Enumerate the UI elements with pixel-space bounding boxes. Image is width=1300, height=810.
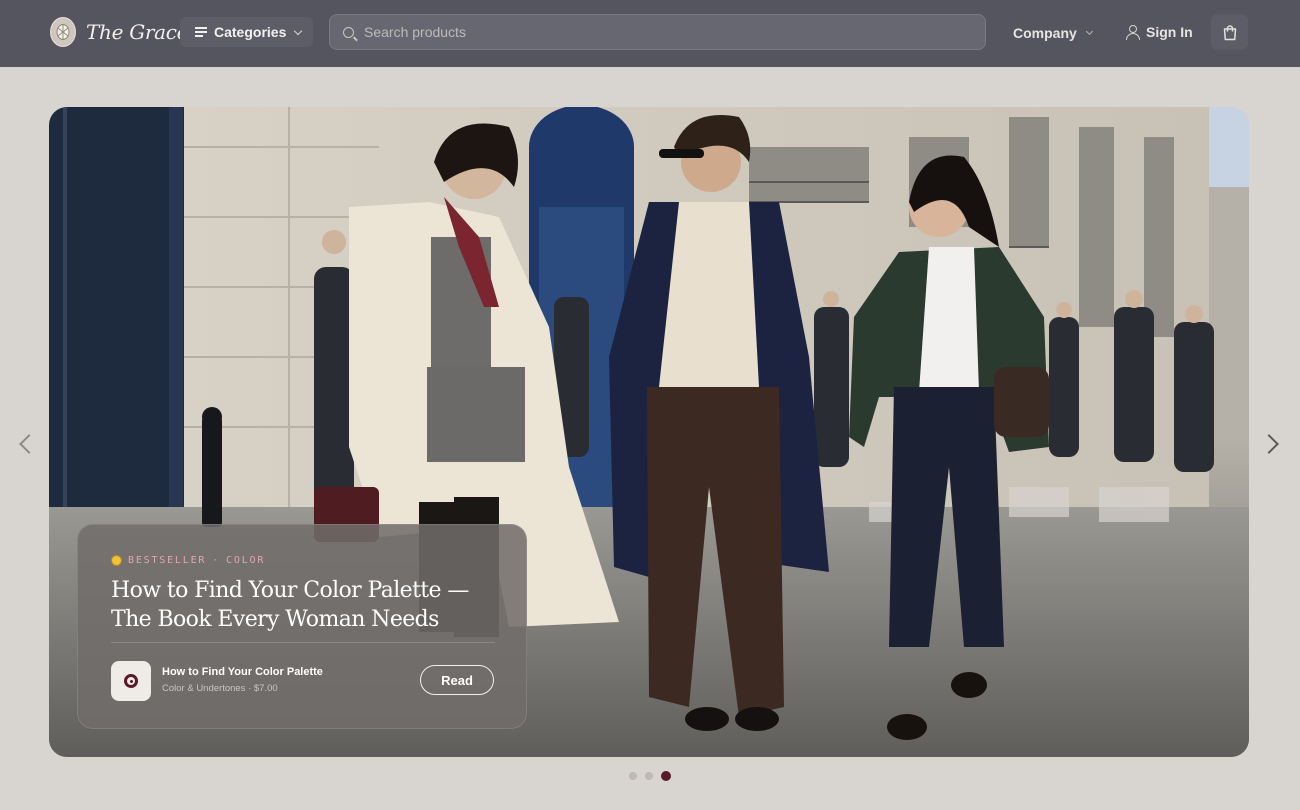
brand-name: The Grace [86, 20, 189, 44]
read-button[interactable]: Read [420, 665, 494, 695]
sign-in-label: Sign In [1146, 24, 1193, 40]
carousel-dot-1[interactable] [629, 772, 637, 780]
chevron-down-icon [1085, 27, 1093, 36]
card-title: How to Find Your Color Palette — The Boo… [111, 578, 469, 632]
carousel-pagination [629, 771, 671, 781]
brand-logo[interactable]: The Grace [50, 16, 189, 48]
categories-label: Categories [214, 24, 287, 40]
sign-in-button[interactable]: Sign In [1126, 23, 1193, 41]
menu-icon [195, 27, 207, 37]
company-menu[interactable]: Company [1013, 24, 1093, 42]
carousel-dot-2[interactable] [645, 772, 653, 780]
book-cover-icon [124, 674, 138, 688]
chevron-down-icon [294, 26, 303, 35]
product-meta: Color & Undertones · $7.00 [162, 683, 278, 694]
carousel-dot-3-active[interactable] [661, 771, 671, 781]
search-bar[interactable] [329, 14, 986, 50]
search-input[interactable] [364, 24, 964, 40]
cart-button[interactable] [1211, 14, 1248, 50]
company-label: Company [1013, 25, 1077, 41]
card-divider [111, 642, 495, 643]
categories-button[interactable]: Categories [180, 17, 313, 47]
card-eyebrow: BESTSELLER · COLOR [111, 555, 265, 566]
carousel-prev-arrow-icon[interactable] [16, 429, 39, 459]
hero-product-card: BESTSELLER · COLOR How to Find Your Colo… [77, 524, 527, 729]
bestseller-tag: BESTSELLER [128, 555, 207, 566]
search-icon [343, 26, 354, 38]
carousel-next-arrow-icon[interactable] [1259, 429, 1282, 459]
product-thumbnail[interactable] [111, 661, 151, 701]
product-name: How to Find Your Color Palette [162, 666, 323, 678]
shopping-bag-icon [1223, 24, 1236, 40]
brand-emblem-icon [50, 17, 76, 47]
medal-icon [111, 555, 122, 566]
eyebrow-separator: · [212, 555, 221, 566]
top-nav: The Grace Categories Company Sign In [0, 0, 1300, 67]
category-tag: COLOR [226, 555, 266, 566]
user-icon [1126, 25, 1140, 40]
